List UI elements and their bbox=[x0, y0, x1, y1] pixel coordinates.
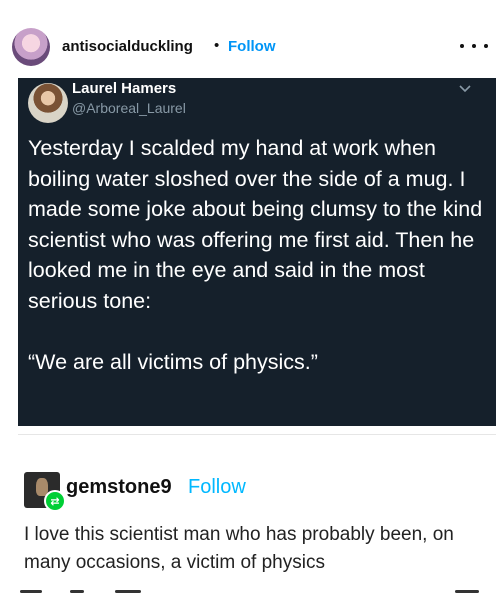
tweet-handle: @Arboreal_Laurel bbox=[72, 100, 186, 116]
chevron-down-icon bbox=[459, 85, 471, 93]
tweet-text: Yesterday I scalded my hand at work when… bbox=[28, 136, 483, 374]
comment-icon[interactable] bbox=[70, 590, 84, 593]
share-icon[interactable] bbox=[115, 590, 141, 593]
tweet-avatar bbox=[28, 83, 68, 123]
tumblr-reply: ⇄ gemstone9 Follow I love this scientist… bbox=[18, 426, 496, 578]
divider bbox=[18, 434, 496, 435]
post-header: antisocialduckling • Follow bbox=[0, 0, 500, 90]
like-icon[interactable] bbox=[20, 590, 42, 593]
avatar[interactable] bbox=[12, 28, 50, 66]
reply-text: I love this scientist man who has probab… bbox=[24, 524, 454, 573]
tweet-display-name: Laurel Hamers bbox=[72, 80, 177, 97]
follow-button[interactable]: Follow bbox=[228, 38, 276, 55]
save-icon[interactable] bbox=[455, 590, 479, 593]
tweet-screenshot: Laurel Hamers @Arboreal_Laurel Yesterday… bbox=[18, 78, 496, 426]
post-username[interactable]: antisocialduckling bbox=[62, 38, 193, 55]
separator-dot: • bbox=[214, 37, 220, 54]
more-horizontal-icon[interactable] bbox=[460, 36, 488, 56]
action-bar bbox=[0, 590, 500, 600]
reply-username: gemstone9 bbox=[66, 476, 172, 498]
instagram-post: antisocialduckling • Follow Laurel Hamer… bbox=[0, 0, 500, 600]
post-image: Laurel Hamers @Arboreal_Laurel Yesterday… bbox=[18, 78, 496, 578]
reply-follow-link: Follow bbox=[188, 476, 246, 498]
reblog-icon: ⇄ bbox=[44, 490, 66, 512]
